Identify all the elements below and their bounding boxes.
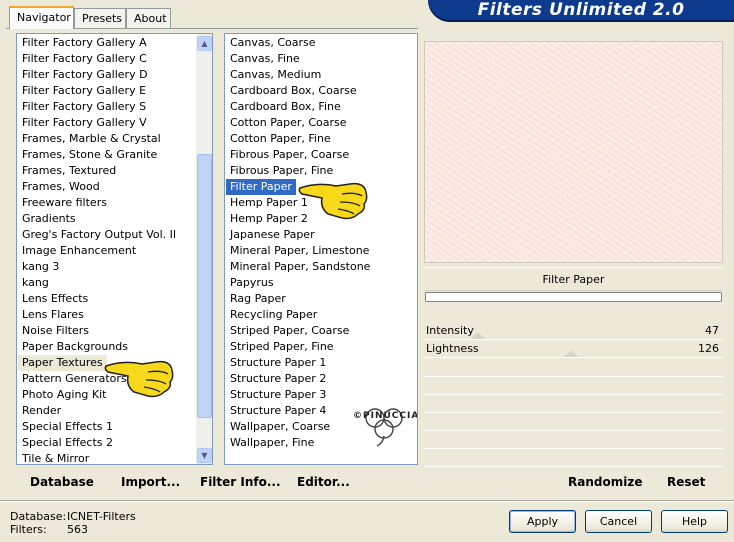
app-title-banner: Filters Unlimited 2.0 — [428, 0, 734, 22]
watermark-clover: ©PINUCCIA — [353, 398, 418, 451]
param-row-empty — [424, 378, 723, 395]
help-button[interactable]: Help — [661, 510, 728, 533]
list-item[interactable]: Render — [18, 403, 195, 419]
editor-button[interactable]: Editor... — [297, 475, 350, 489]
apply-button[interactable]: Apply — [509, 510, 576, 533]
param-label: Intensity — [426, 324, 474, 337]
list-item[interactable]: Frames, Textured — [18, 163, 195, 179]
param-row-empty — [424, 432, 723, 449]
list-item[interactable]: Japanese Paper — [226, 227, 416, 243]
slider-marker[interactable] — [564, 350, 578, 357]
filters-label: Filters: — [10, 523, 47, 536]
database-label: Database: — [10, 510, 67, 523]
param-value: 47 — [705, 324, 719, 337]
list-item[interactable]: Greg's Factory Output Vol. II — [18, 227, 195, 243]
database-button[interactable]: Database — [30, 475, 94, 489]
list-item[interactable]: Fibrous Paper, Coarse — [226, 147, 416, 163]
pointing-hand-icon — [104, 356, 176, 401]
list-item[interactable]: Gradients — [18, 211, 195, 227]
import-button[interactable]: Import... — [121, 475, 180, 489]
filters-count: 563 — [67, 523, 88, 536]
param-row-empty — [424, 414, 723, 431]
list-item[interactable]: Filter Factory Gallery C — [18, 51, 195, 67]
category-scroll-thumb[interactable] — [197, 154, 212, 418]
list-item[interactable]: Canvas, Medium — [226, 67, 416, 83]
list-item[interactable]: Cotton Paper, Fine — [226, 131, 416, 147]
list-item[interactable]: Image Enhancement — [18, 243, 195, 259]
param-row-empty — [424, 396, 723, 413]
list-item[interactable]: Filter Factory Gallery E — [18, 83, 195, 99]
list-item[interactable]: Structure Paper 1 — [226, 355, 416, 371]
preview-image — [424, 41, 723, 263]
param-row-empty — [424, 450, 723, 467]
param-row-lightness[interactable]: Lightness 126 — [424, 340, 723, 358]
separator — [0, 500, 734, 502]
list-item[interactable]: Striped Paper, Fine — [226, 339, 416, 355]
list-item[interactable]: Cotton Paper, Coarse — [226, 115, 416, 131]
list-item[interactable]: Structure Paper 2 — [226, 371, 416, 387]
watermark-text: ©PINUCCIA — [353, 411, 418, 421]
list-item[interactable]: Cardboard Box, Coarse — [226, 83, 416, 99]
param-value: 126 — [698, 342, 719, 355]
list-item[interactable]: Recycling Paper — [226, 307, 416, 323]
randomize-button[interactable]: Randomize — [568, 475, 642, 489]
scroll-up-icon[interactable]: ▲ — [197, 36, 212, 51]
list-item[interactable]: Tile & Mirror — [18, 451, 195, 464]
list-item[interactable]: kang — [18, 275, 195, 291]
list-item[interactable]: Frames, Wood — [18, 179, 195, 195]
list-item[interactable]: Frames, Stone & Granite — [18, 147, 195, 163]
list-item[interactable]: Cardboard Box, Fine — [226, 99, 416, 115]
list-item[interactable]: Papyrus — [226, 275, 416, 291]
filter-name-label: Filter Paper — [424, 267, 723, 291]
list-item[interactable]: Freeware filters — [18, 195, 195, 211]
tab-about[interactable]: About — [126, 8, 171, 28]
list-item[interactable]: Frames, Marble & Crystal — [18, 131, 195, 147]
list-item[interactable]: Filter Paper — [226, 179, 296, 195]
list-item[interactable]: Filter Factory Gallery D — [18, 67, 195, 83]
list-item[interactable]: Lens Flares — [18, 307, 195, 323]
list-item[interactable]: Lens Effects — [18, 291, 195, 307]
list-item[interactable]: Special Effects 2 — [18, 435, 195, 451]
cancel-button[interactable]: Cancel — [585, 510, 652, 533]
list-item[interactable]: Filter Factory Gallery V — [18, 115, 195, 131]
list-item[interactable]: Special Effects 1 — [18, 419, 195, 435]
tab-navigator[interactable]: Navigator — [9, 6, 74, 29]
pointing-hand-icon — [298, 178, 370, 223]
list-item[interactable]: Striped Paper, Coarse — [226, 323, 416, 339]
list-item[interactable]: Paper Textures — [18, 355, 107, 371]
list-item[interactable]: Mineral Paper, Limestone — [226, 243, 416, 259]
reset-button[interactable]: Reset — [667, 475, 705, 489]
list-item[interactable]: Mineral Paper, Sandstone — [226, 259, 416, 275]
list-item[interactable]: Canvas, Coarse — [226, 35, 416, 51]
scroll-down-icon[interactable]: ▼ — [197, 448, 212, 463]
list-item[interactable]: Rag Paper — [226, 291, 416, 307]
progress-bar — [425, 292, 722, 302]
list-item[interactable]: kang 3 — [18, 259, 195, 275]
tab-presets[interactable]: Presets — [74, 8, 126, 28]
list-item[interactable]: Filter Factory Gallery A — [18, 35, 195, 51]
filter-info-button[interactable]: Filter Info... — [200, 475, 281, 489]
param-label: Lightness — [426, 342, 479, 355]
filter-list[interactable]: Canvas, Coarse Canvas, Fine Canvas, Medium… — [224, 33, 418, 465]
database-value: ICNET-Filters — [67, 510, 136, 523]
list-item[interactable]: Fibrous Paper, Fine — [226, 163, 416, 179]
param-row-empty — [424, 360, 723, 377]
list-item[interactable]: Filter Factory Gallery S — [18, 99, 195, 115]
list-item[interactable]: Canvas, Fine — [226, 51, 416, 67]
param-row-intensity[interactable]: Intensity 47 — [424, 322, 723, 340]
list-item[interactable]: Noise Filters — [18, 323, 195, 339]
list-item[interactable]: Paper Backgrounds — [18, 339, 195, 355]
